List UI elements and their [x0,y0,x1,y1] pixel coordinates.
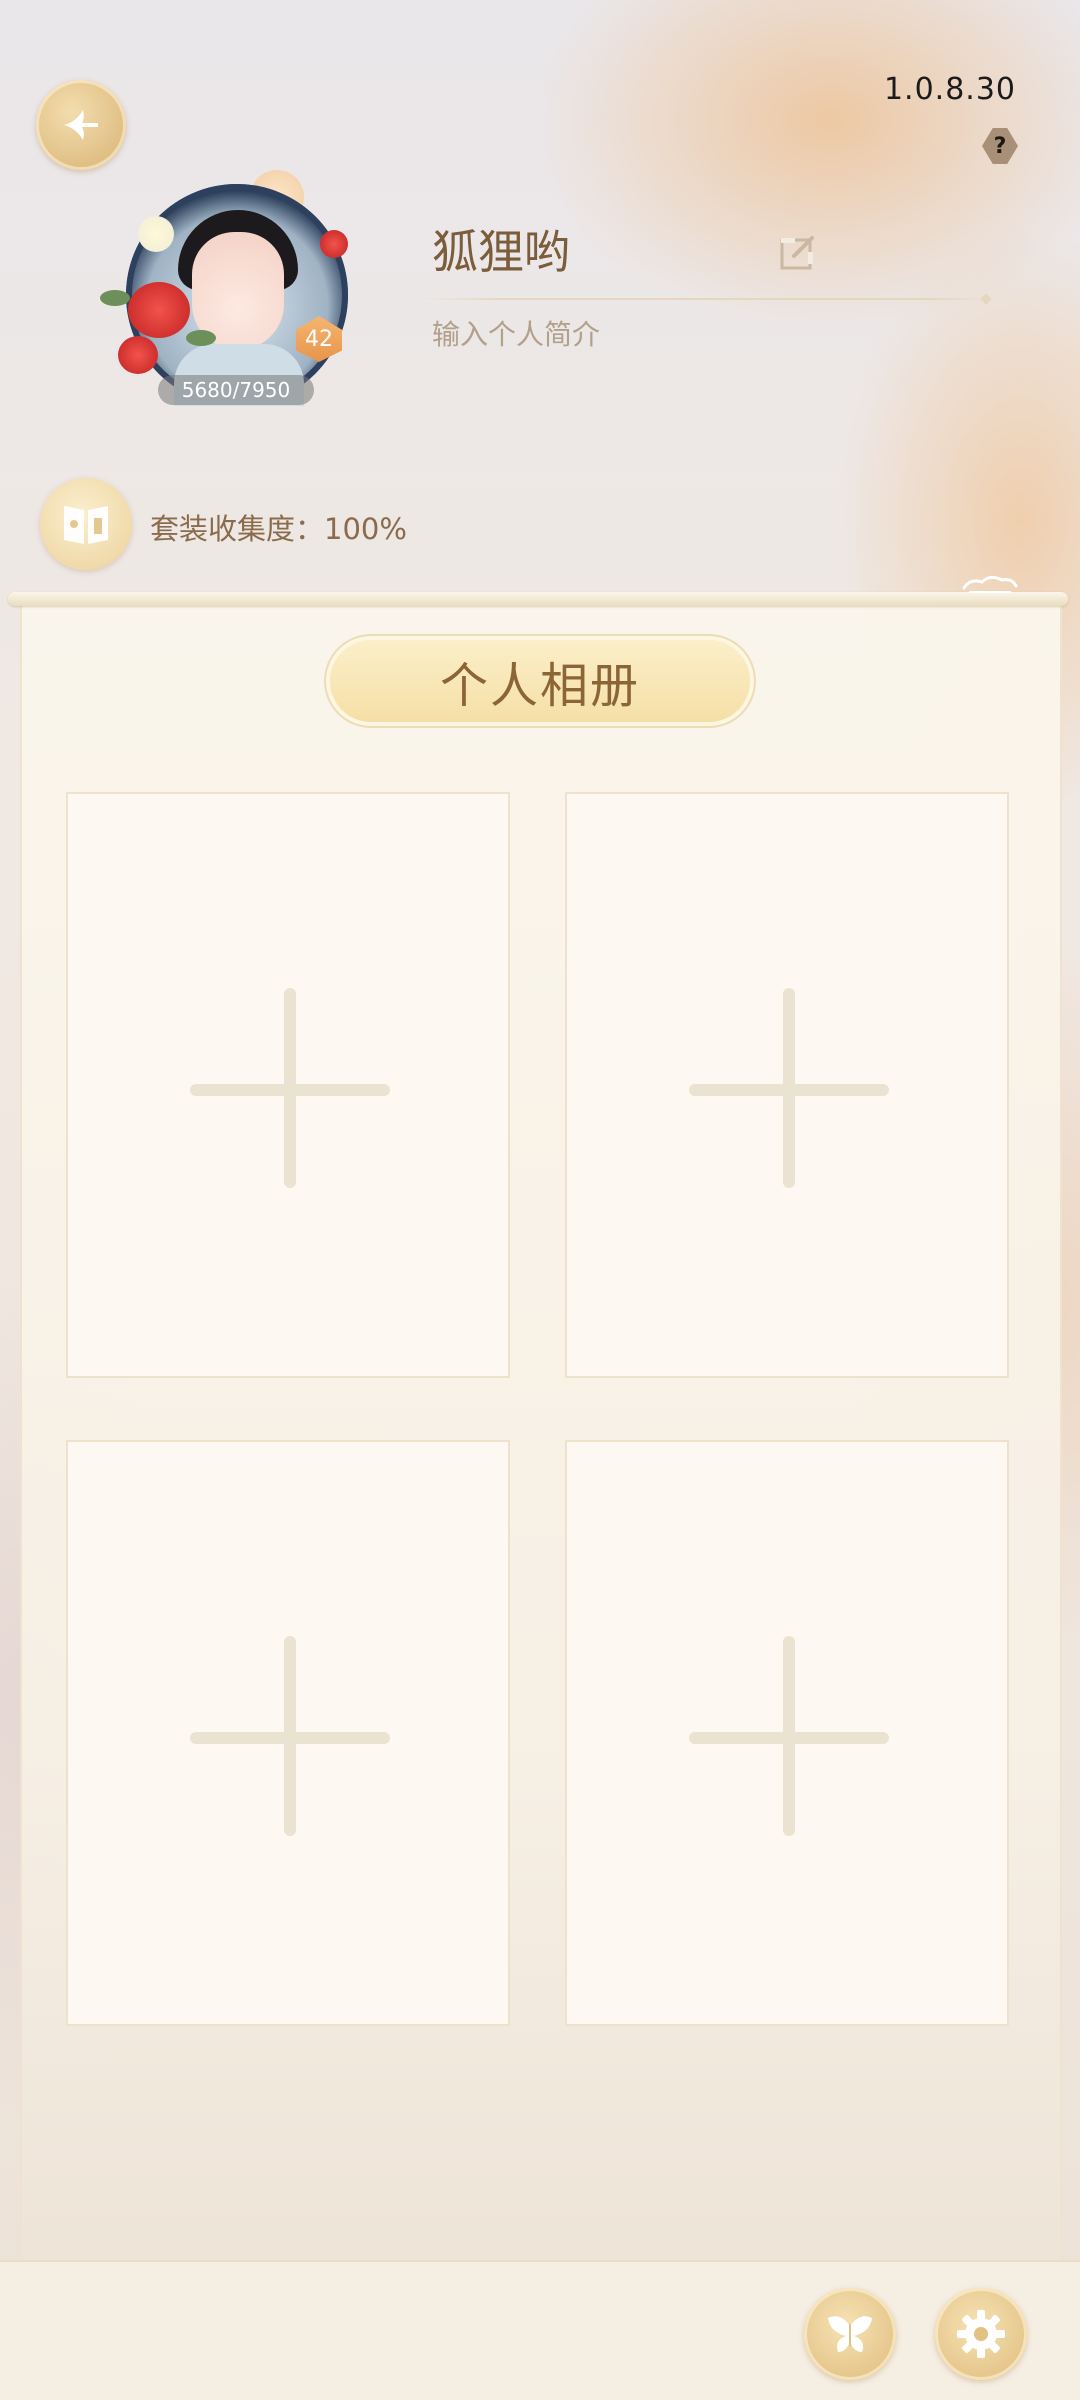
back-arrow-icon [64,110,98,140]
red-flower-decoration [128,282,190,338]
plus-icon [783,1636,795,1836]
photo-slot-1[interactable] [66,792,510,1378]
name-divider [420,298,990,300]
player-name: 狐狸哟 [432,225,570,279]
gear-icon [957,2310,1005,2358]
leaf-decoration [100,290,130,306]
white-flower-decoration [138,216,174,252]
bio-input[interactable] [432,318,932,351]
plus-icon [284,1636,296,1836]
leaf-decoration [186,330,216,346]
collection-progress-label: 套装收集度：100% [150,512,407,546]
collection-book-button[interactable] [40,478,132,570]
back-button[interactable] [36,80,126,170]
cloud-icon [962,575,1018,593]
red-flower-decoration [320,230,348,258]
red-flower-decoration [118,336,158,374]
photo-slot-3[interactable] [66,1440,510,2026]
plus-icon [783,988,795,1188]
album-title: 个人相册 [439,658,640,714]
plus-icon [284,988,296,1188]
edit-icon [780,236,814,270]
bottom-bar [0,2260,1080,2400]
photo-slot-4[interactable] [565,1440,1009,2026]
butterfly-icon [828,2316,872,2352]
album-title-plate: 个人相册 [330,640,750,722]
butterfly-button[interactable] [804,2288,896,2380]
book-icon [64,506,108,544]
scroll-rod-decoration [8,592,1068,606]
photo-slot-2[interactable] [565,792,1009,1378]
settings-button[interactable] [935,2288,1027,2380]
experience-counter: 5680/7950 [158,375,314,405]
edit-name-button[interactable] [778,232,818,272]
profile-screen: 1.0.8.30 ? 42 5680/7950 狐狸哟 套装收集度：100% [0,0,1080,2400]
help-button[interactable]: ? [982,128,1018,164]
version-label: 1.0.8.30 [883,72,1016,107]
